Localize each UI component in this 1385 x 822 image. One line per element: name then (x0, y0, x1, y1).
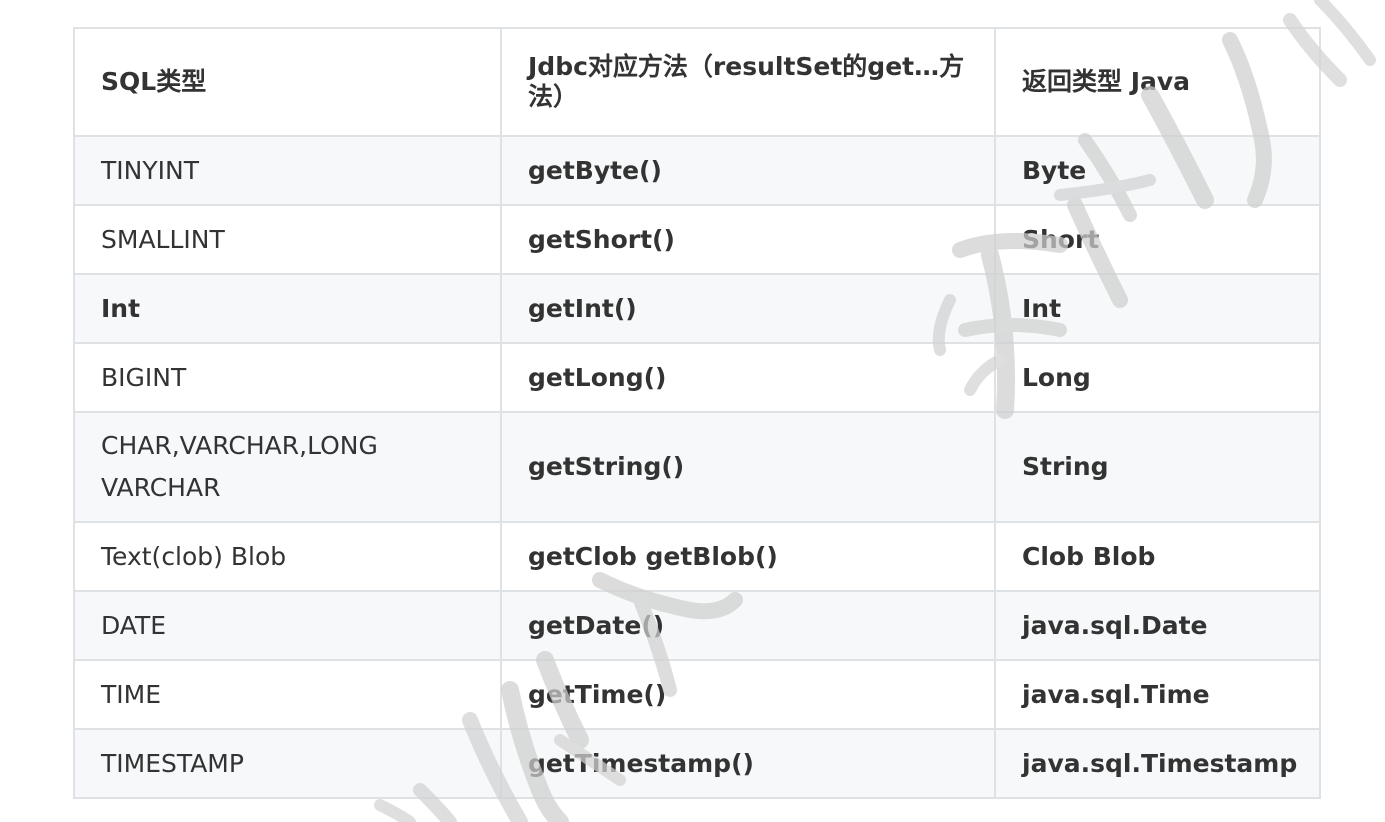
sql-type-cell: SMALLINT (73, 204, 502, 275)
table-row: TIMESTAMP getTimestamp() java.sql.Timest… (73, 728, 1321, 799)
sql-type-cell: CHAR,VARCHAR,LONG VARCHAR (73, 411, 502, 523)
jdbc-method-cell: getLong() (500, 342, 996, 413)
table-row: BIGINT getLong() Long (73, 342, 1321, 413)
jdbc-method-cell: getClob getBlob() (500, 521, 996, 592)
java-type-cell: java.sql.Date (994, 590, 1321, 661)
sql-type-cell: TINYINT (73, 135, 502, 206)
sql-type-cell: TIMESTAMP (73, 728, 502, 799)
jdbc-method-cell: getTime() (500, 659, 996, 730)
table-row: TINYINT getByte() Byte (73, 135, 1321, 206)
header-sql-type: SQL类型 (73, 27, 502, 137)
java-type-cell: Clob Blob (994, 521, 1321, 592)
java-type-cell: String (994, 411, 1321, 523)
jdbc-method-cell: getString() (500, 411, 996, 523)
table-row: Text(clob) Blob getClob getBlob() Clob B… (73, 521, 1321, 592)
sql-type-cell: DATE (73, 590, 502, 661)
java-type-cell: Int (994, 273, 1321, 344)
jdbc-method-cell: getByte() (500, 135, 996, 206)
java-type-cell: Long (994, 342, 1321, 413)
sql-type-cell: Int (73, 273, 502, 344)
sql-type-cell: BIGINT (73, 342, 502, 413)
header-java-return-type: 返回类型 Java (994, 27, 1321, 137)
jdbc-method-cell: getInt() (500, 273, 996, 344)
table-row: DATE getDate() java.sql.Date (73, 590, 1321, 661)
sql-type-cell: TIME (73, 659, 502, 730)
java-type-cell: java.sql.Time (994, 659, 1321, 730)
jdbc-type-mapping-table: SQL类型 Jdbc对应方法（resultSet的get…方法） 返回类型 Ja… (73, 27, 1321, 799)
jdbc-method-cell: getShort() (500, 204, 996, 275)
table-row: SMALLINT getShort() Short (73, 204, 1321, 275)
table-row: TIME getTime() java.sql.Time (73, 659, 1321, 730)
table-row: Int getInt() Int (73, 273, 1321, 344)
header-jdbc-method: Jdbc对应方法（resultSet的get…方法） (500, 27, 996, 137)
sql-type-cell: Text(clob) Blob (73, 521, 502, 592)
java-type-cell: Byte (994, 135, 1321, 206)
java-type-cell: Short (994, 204, 1321, 275)
table-header-row: SQL类型 Jdbc对应方法（resultSet的get…方法） 返回类型 Ja… (73, 27, 1321, 137)
jdbc-method-cell: getTimestamp() (500, 728, 996, 799)
jdbc-method-cell: getDate() (500, 590, 996, 661)
table-row: CHAR,VARCHAR,LONG VARCHAR getString() St… (73, 411, 1321, 523)
java-type-cell: java.sql.Timestamp (994, 728, 1321, 799)
